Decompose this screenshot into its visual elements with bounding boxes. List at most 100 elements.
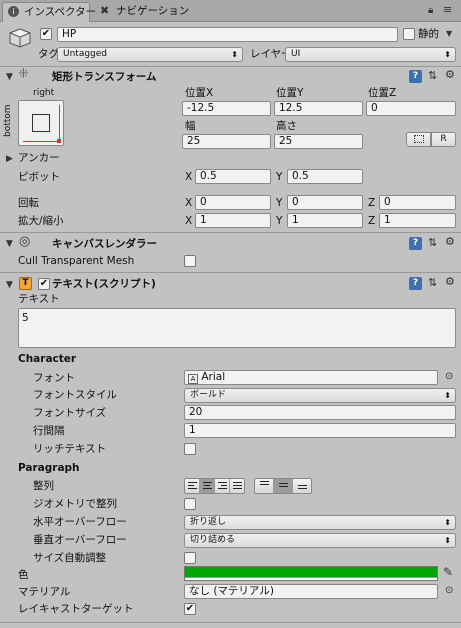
help-icon[interactable]: ? <box>409 70 422 83</box>
menu-icon[interactable]: ≡ <box>443 4 452 16</box>
rot-y-field[interactable]: 0 <box>287 195 363 210</box>
tab-navigation-label: ナビゲーション <box>116 5 190 17</box>
rich-text-label: リッチテキスト <box>33 443 107 455</box>
foldout-arrow-icon[interactable]: ▼ <box>6 238 13 250</box>
layer-dropdown[interactable]: UI ⬍ <box>285 47 456 62</box>
text-component-title: テキスト(スクリプト) <box>52 278 156 290</box>
best-fit-label: サイズ自動調整 <box>33 552 107 564</box>
color-field[interactable] <box>184 566 438 581</box>
info-icon: i <box>8 6 19 17</box>
align-center-button[interactable] <box>200 479 215 493</box>
static-label: 静的 <box>418 28 439 40</box>
tag-dropdown[interactable]: Untagged ⬍ <box>57 47 243 62</box>
rot-x-label: X <box>185 197 193 209</box>
scale-y-field[interactable]: 1 <box>287 213 363 228</box>
font-style-dropdown[interactable]: ボールド ⬍ <box>184 388 456 403</box>
chevron-updown-icon: ⬍ <box>444 518 451 527</box>
line-spacing-field[interactable]: 1 <box>184 423 456 438</box>
text-area[interactable]: 5 <box>18 308 456 348</box>
anchor-line-vertical <box>59 105 60 142</box>
help-icon[interactable]: ? <box>409 277 422 290</box>
material-field[interactable]: なし (マテリアル) <box>184 584 438 599</box>
best-fit-checkbox[interactable] <box>184 552 196 564</box>
object-picker-icon[interactable]: ⊙ <box>445 585 453 597</box>
anchor-dot <box>57 139 61 143</box>
horizontal-alignment-group <box>184 478 245 494</box>
font-size-field[interactable]: 20 <box>184 405 456 420</box>
blueprint-mode-button[interactable] <box>406 132 431 147</box>
font-style-value: ボールド <box>190 390 227 400</box>
canvas-renderer-title: キャンバスレンダラー <box>52 238 157 250</box>
h-overflow-label: 水平オーバーフロー <box>33 516 127 528</box>
preset-icon[interactable]: ⇅ <box>428 70 437 82</box>
text-label: テキスト <box>18 293 60 305</box>
help-icon[interactable]: ? <box>409 237 422 250</box>
gear-icon[interactable]: ⚙ <box>445 276 455 288</box>
rot-z-field[interactable]: 0 <box>379 195 456 210</box>
text-enabled-checkbox[interactable]: ✔ <box>38 278 50 290</box>
font-value: Arial <box>201 371 226 383</box>
active-checkbox[interactable]: ✔ <box>40 28 52 40</box>
static-dropdown-icon[interactable]: ▼ <box>446 28 452 40</box>
eyedropper-icon[interactable]: ✎ <box>443 566 453 578</box>
align-middle-button[interactable] <box>274 479 293 493</box>
pivot-y-label: Y <box>276 171 283 183</box>
width-field[interactable]: 25 <box>182 134 271 149</box>
pivot-y-field[interactable]: 0.5 <box>287 169 363 184</box>
layer-value: UI <box>291 49 301 59</box>
align-right-button[interactable] <box>215 479 230 493</box>
rich-text-checkbox[interactable] <box>184 443 196 455</box>
posx-field[interactable]: -12.5 <box>182 101 271 116</box>
scale-x-field[interactable]: 1 <box>195 213 271 228</box>
foldout-arrow-icon[interactable]: ▼ <box>6 279 13 291</box>
align-geometry-checkbox[interactable] <box>184 498 196 510</box>
v-overflow-dropdown[interactable]: 切り詰める ⬍ <box>184 533 456 548</box>
static-checkbox[interactable] <box>403 28 415 40</box>
name-field[interactable]: HP <box>57 27 398 42</box>
align-justify-button[interactable] <box>230 479 244 493</box>
tag-value: Untagged <box>63 49 108 59</box>
raycast-label: レイキャストターゲット <box>18 603 134 615</box>
tab-inspector-label: インスペクター <box>24 6 97 18</box>
posz-field[interactable]: 0 <box>366 101 456 116</box>
preset-icon[interactable]: ⇅ <box>428 237 437 249</box>
align-bottom-button[interactable] <box>293 479 311 493</box>
h-overflow-dropdown[interactable]: 折り返し ⬍ <box>184 515 456 530</box>
gear-icon[interactable]: ⚙ <box>445 69 455 81</box>
color-swatch <box>185 567 437 577</box>
canvas-renderer-icon: ◎ <box>19 234 31 249</box>
rot-x-field[interactable]: 0 <box>195 195 271 210</box>
line-spacing-label: 行間隔 <box>33 425 65 437</box>
align-left-button[interactable] <box>185 479 200 493</box>
posy-field[interactable]: 12.5 <box>274 101 363 116</box>
anchor-preset-top-label: right <box>33 88 55 98</box>
align-left-icon <box>188 482 197 490</box>
text-component-icon: T <box>19 277 32 290</box>
scale-x-label: X <box>185 215 193 227</box>
cull-checkbox[interactable] <box>184 255 196 267</box>
raw-edit-button[interactable]: R <box>431 132 456 147</box>
gear-icon[interactable]: ⚙ <box>445 236 455 248</box>
foldout-arrow-icon[interactable]: ▶ <box>6 153 13 165</box>
raycast-checkbox[interactable]: ✔ <box>184 603 196 615</box>
scale-z-field[interactable]: 1 <box>379 213 456 228</box>
posz-label: 位置Z <box>368 87 397 99</box>
anchor-preset-side-label: bottom <box>3 104 13 137</box>
preset-icon[interactable]: ⇅ <box>428 277 437 289</box>
pivot-x-field[interactable]: 0.5 <box>195 169 271 184</box>
h-overflow-value: 折り返し <box>190 517 227 527</box>
align-top-button[interactable] <box>255 479 274 493</box>
foldout-arrow-icon[interactable]: ▼ <box>6 71 13 83</box>
tab-inspector[interactable]: i インスペクター <box>2 2 96 22</box>
alignment-label: 整列 <box>33 480 54 492</box>
lock-icon[interactable]: 🔒︎ <box>428 5 433 17</box>
anchors-label[interactable]: アンカー <box>18 151 60 165</box>
anchor-preset-button[interactable] <box>18 100 64 146</box>
height-field[interactable]: 25 <box>274 134 363 149</box>
align-center-icon <box>203 482 212 490</box>
align-justify-icon <box>233 482 242 490</box>
font-field[interactable]: A Arial <box>184 370 438 385</box>
object-picker-icon[interactable]: ⊙ <box>445 371 453 383</box>
divider <box>0 622 461 623</box>
tab-navigation[interactable]: ✖ ナビゲーション <box>96 2 190 21</box>
